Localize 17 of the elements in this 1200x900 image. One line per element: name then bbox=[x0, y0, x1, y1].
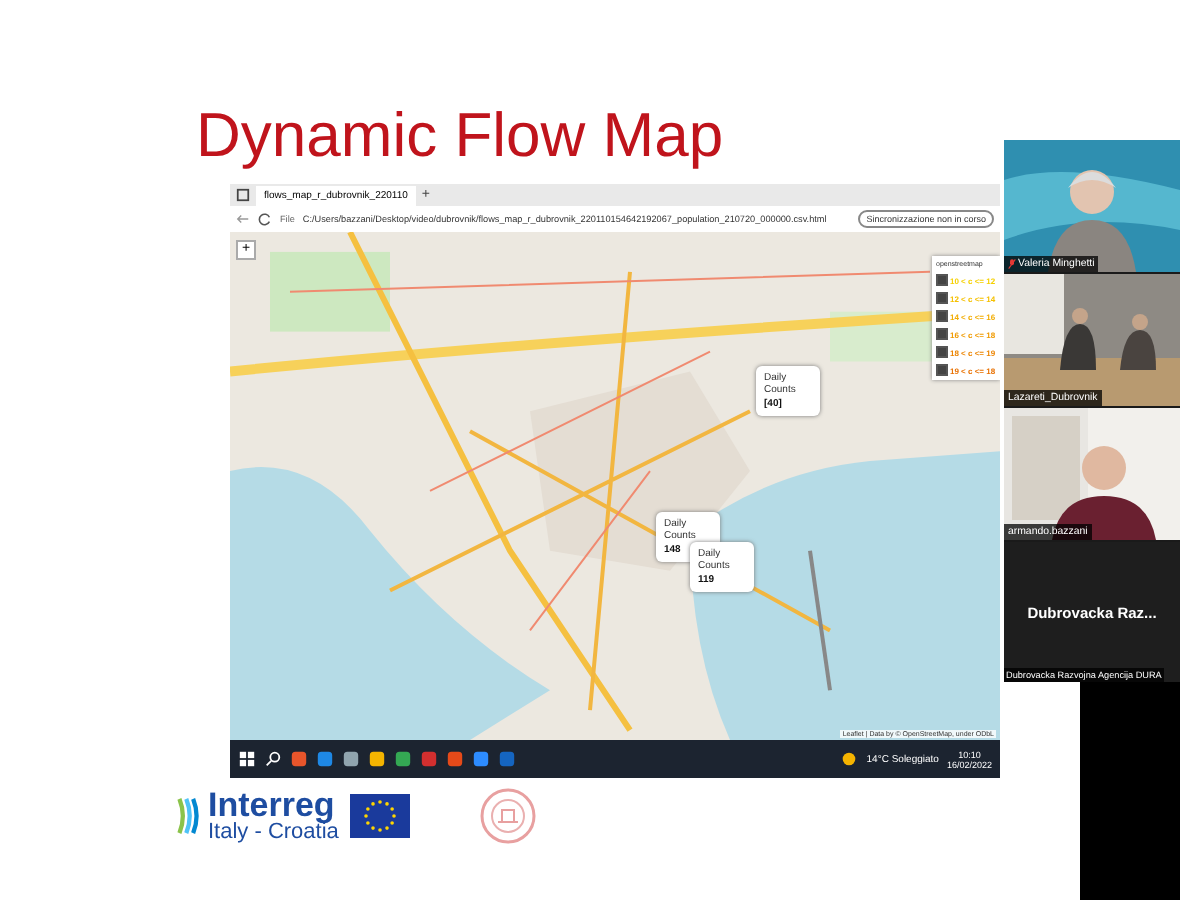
layer-checkbox[interactable] bbox=[936, 346, 948, 358]
layer-checkbox[interactable] bbox=[936, 328, 948, 340]
sun-icon bbox=[840, 750, 859, 768]
program-logo-text: Interreg bbox=[208, 788, 335, 822]
layer-checkbox[interactable] bbox=[936, 292, 948, 304]
slide-title: Dynamic Flow Map bbox=[196, 98, 726, 174]
search-icon[interactable] bbox=[264, 750, 282, 768]
region-text: Italy - Croatia bbox=[208, 822, 339, 844]
seal-icon bbox=[478, 786, 539, 846]
layer-checkbox[interactable] bbox=[936, 274, 948, 286]
layer-checkbox[interactable] bbox=[936, 364, 948, 376]
back-icon[interactable] bbox=[236, 212, 250, 226]
stars-flag-icon bbox=[350, 792, 411, 840]
tab-actions-icon[interactable] bbox=[236, 188, 250, 202]
layer-checkbox[interactable] bbox=[936, 310, 948, 322]
start-icon[interactable] bbox=[238, 750, 256, 768]
refresh-icon[interactable] bbox=[258, 212, 272, 226]
